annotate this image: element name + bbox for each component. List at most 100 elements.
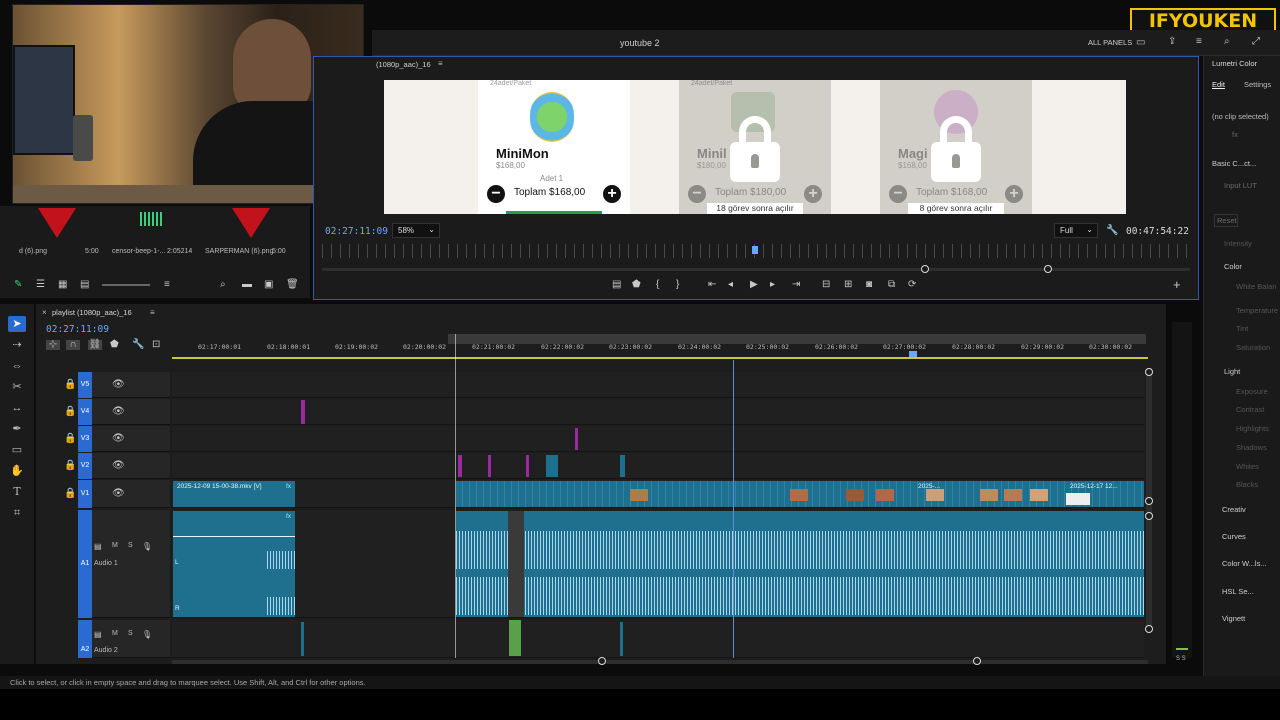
lock-icon[interactable]: 🔒 [64, 461, 76, 471]
mic-icon[interactable]: 🎙 [142, 542, 152, 552]
track-lane-a2[interactable] [172, 620, 1144, 658]
bin-thumb-3[interactable] [222, 206, 284, 244]
caption-tool-icon[interactable]: ⌗ [8, 505, 26, 521]
lumetri-title[interactable]: Lumetri Color [1212, 59, 1278, 68]
audio-clip-green[interactable] [509, 620, 521, 656]
video-clip[interactable]: 2025-12-09 15-00-38.mkv [V] fx [173, 481, 295, 507]
freeform-view-icon[interactable]: ▤ [80, 280, 89, 290]
zoom-slider[interactable] [102, 284, 150, 286]
new-bin-icon[interactable]: ▬ [242, 280, 252, 290]
tab-settings[interactable]: Settings [1244, 80, 1276, 89]
v-scroll-handle[interactable] [1145, 368, 1153, 376]
snap-icon[interactable]: ∩ [66, 340, 80, 350]
graphic-clip[interactable] [526, 455, 529, 477]
track-lane-v2[interactable] [172, 453, 1144, 479]
ripple-edit-tool-icon[interactable]: ⇔ [8, 358, 26, 374]
step-forward-icon[interactable]: ▸ [770, 280, 775, 290]
extract-icon[interactable]: ⊞ [844, 280, 852, 290]
captions-icon[interactable]: ⊡ [152, 340, 160, 350]
bin-thumb-1[interactable] [28, 206, 90, 244]
trash-icon[interactable]: 🗑 [286, 280, 299, 290]
graphic-clip[interactable] [301, 400, 305, 424]
zoom-handle-right[interactable] [1044, 265, 1052, 273]
monitor-menu-icon[interactable]: ≡ [438, 59, 443, 68]
video-clip-cluster[interactable]: 2025-... 2025-12-17 12... [456, 481, 1144, 507]
track-lane-v3[interactable] [172, 426, 1144, 452]
graphic-clip[interactable] [575, 428, 578, 450]
volume-line[interactable] [173, 536, 295, 537]
step-back-icon[interactable]: ◂ [728, 280, 733, 290]
section-hsl[interactable]: HSL Se... [1222, 587, 1280, 596]
section-creative[interactable]: Creativ [1222, 505, 1280, 514]
compare-icon[interactable]: ⧉ [888, 280, 895, 290]
v-scroll-handle[interactable] [1145, 512, 1153, 520]
wrench-icon[interactable]: 🔧 [1106, 226, 1118, 236]
workspace-label[interactable]: ALL PANELS [1088, 38, 1132, 47]
icon-view-icon[interactable]: ▦ [58, 280, 67, 290]
resolution-select[interactable]: Full ⌄ [1054, 223, 1098, 238]
track-label-a1[interactable]: A1 [78, 510, 92, 618]
find-icon[interactable]: ⌕ [220, 280, 226, 290]
track-lane-v4[interactable] [172, 399, 1144, 425]
audio-clip-cluster[interactable] [456, 511, 1144, 617]
minus-button[interactable]: − [487, 185, 505, 203]
timeline-timecode[interactable]: 02:27:11:09 [46, 324, 109, 335]
sequence-title[interactable]: playlist (1080p_aac)_16 [52, 308, 132, 317]
sync-lock-icon[interactable]: ▤ [94, 630, 102, 640]
section-vignette[interactable]: Vignett [1222, 614, 1280, 623]
type-tool-icon[interactable]: T [8, 484, 26, 500]
mark-in-icon[interactable]: { [656, 280, 659, 290]
menu-icon[interactable]: ≡ [1196, 37, 1202, 47]
eye-icon[interactable]: 👁 [112, 380, 125, 390]
sequence-menu-icon[interactable]: ≡ [150, 308, 155, 317]
ruler-playhead[interactable] [909, 351, 917, 357]
monitor-playhead[interactable] [752, 246, 758, 254]
play-icon[interactable]: ▶ [750, 280, 758, 290]
audio-clip[interactable] [301, 622, 304, 656]
solo-button[interactable]: S [128, 630, 133, 637]
zoom-handle-left[interactable] [921, 265, 929, 273]
video-clip[interactable] [546, 455, 558, 477]
mute-button[interactable]: M [112, 630, 118, 637]
lock-icon[interactable]: 🔒 [64, 407, 76, 417]
sort-icon[interactable]: ≡ [164, 280, 170, 290]
h-scroll-handle-left[interactable] [598, 657, 606, 665]
plus-button[interactable]: + [603, 185, 621, 203]
pencil-icon[interactable]: ✎ [14, 280, 22, 290]
reset-button[interactable]: Reset [1214, 214, 1238, 227]
section-basic-correction[interactable]: Basic C...ct... [1212, 159, 1278, 168]
section-curves[interactable]: Curves [1222, 532, 1280, 541]
slip-tool-icon[interactable]: ↔ [8, 400, 26, 416]
fx-toggle[interactable]: fx [1232, 130, 1242, 139]
eye-icon[interactable]: 👁 [112, 407, 125, 417]
go-to-out-icon[interactable]: ⇥ [792, 280, 800, 290]
video-clip[interactable] [620, 455, 625, 477]
solo-button[interactable]: S [128, 542, 133, 549]
track-lane-v5[interactable] [172, 372, 1144, 398]
track-label-a2[interactable]: A2 [78, 620, 92, 658]
lift-icon[interactable]: ⊟ [822, 280, 830, 290]
nest-icon[interactable]: ⊹ [46, 340, 60, 350]
eye-icon[interactable]: 👁 [112, 434, 125, 444]
search-icon[interactable]: ⌕ [1224, 37, 1230, 47]
go-to-in-icon[interactable]: ⇤ [708, 280, 716, 290]
section-color-wheels[interactable]: Color W...ls... [1222, 559, 1280, 568]
close-icon[interactable]: × [42, 308, 47, 317]
add-marker-icon[interactable]: ⬟ [110, 340, 119, 350]
h-scroll-handle-right[interactable] [973, 657, 981, 665]
timeline-horizontal-scrollbar[interactable] [172, 660, 1148, 664]
list-view-icon[interactable]: ☰ [36, 280, 45, 290]
mic-icon[interactable]: 🎙 [142, 630, 152, 640]
timeline-ruler[interactable] [172, 334, 1148, 360]
camera-icon[interactable]: ◙ [866, 280, 872, 290]
settings-wrench-icon[interactable]: 🔧 [132, 340, 144, 350]
marker-icon[interactable]: ⬟ [632, 280, 641, 290]
mark-out-icon[interactable]: } [676, 280, 679, 290]
rectangle-tool-icon[interactable]: ▭ [8, 442, 26, 458]
section-color[interactable]: Color [1224, 262, 1280, 271]
fullscreen-icon[interactable]: ⤢ [1252, 37, 1260, 47]
monitor-timecode[interactable]: 02:27:11:09 [325, 226, 388, 237]
section-light[interactable]: Light [1224, 367, 1280, 376]
sync-lock-icon[interactable]: ▤ [94, 542, 102, 552]
lock-icon[interactable]: 🔒 [64, 434, 76, 444]
